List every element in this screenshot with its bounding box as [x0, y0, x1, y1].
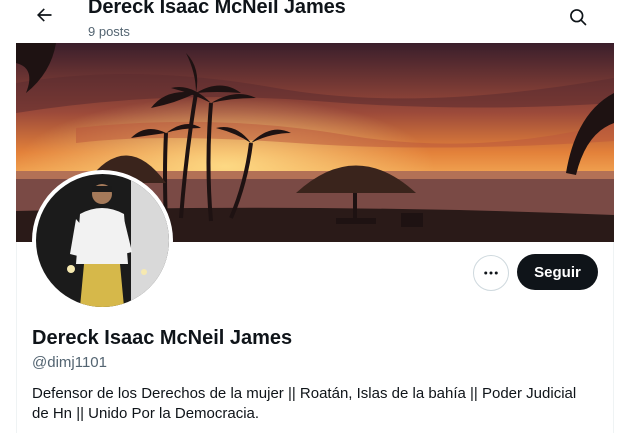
- arrow-left-icon: [37, 8, 52, 22]
- search-button[interactable]: [564, 3, 592, 31]
- follow-button[interactable]: Seguir: [517, 254, 598, 290]
- profile-avatar[interactable]: [32, 170, 173, 311]
- profile-display-name: Dereck Isaac McNeil James: [32, 327, 293, 349]
- more-horizontal-icon: [484, 271, 498, 275]
- header-display-name: Dereck Isaac McNeil James: [88, 0, 346, 18]
- profile-handle: @dimj1101: [32, 354, 107, 371]
- back-button[interactable]: [30, 0, 58, 30]
- search-icon: [570, 9, 587, 26]
- profile-bio: Defensor de los Derechos de la mujer || …: [32, 385, 577, 422]
- header-post-count: 9 posts: [88, 24, 130, 39]
- profile-header-bar: Dereck Isaac McNeil James 9 posts: [16, 0, 614, 43]
- more-options-button[interactable]: [473, 255, 509, 291]
